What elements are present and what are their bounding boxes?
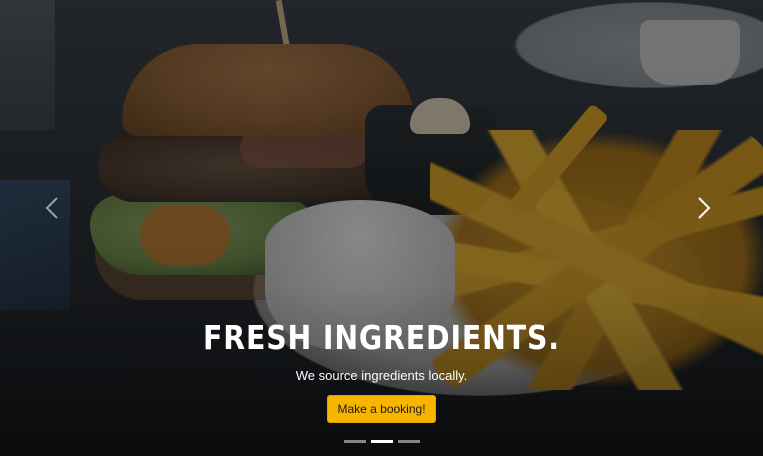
carousel-indicator-1[interactable] bbox=[343, 440, 366, 443]
carousel-indicator-3[interactable] bbox=[397, 440, 420, 443]
slide-subtitle: We source ingredients locally. bbox=[295, 368, 468, 383]
make-booking-button[interactable]: Make a booking! bbox=[327, 395, 436, 423]
carousel-prev-button[interactable] bbox=[34, 190, 70, 226]
chevron-left-icon bbox=[45, 197, 58, 219]
carousel-indicators bbox=[0, 440, 763, 443]
slide-title: FRESH INGREDIENTS. bbox=[203, 318, 560, 357]
hero-carousel: FRESH INGREDIENTS. We source ingredients… bbox=[0, 0, 763, 456]
carousel-indicator-2[interactable] bbox=[370, 440, 393, 443]
chevron-right-icon bbox=[698, 197, 711, 219]
slide-caption: FRESH INGREDIENTS. We source ingredients… bbox=[0, 318, 763, 423]
carousel-next-button[interactable] bbox=[686, 190, 722, 226]
